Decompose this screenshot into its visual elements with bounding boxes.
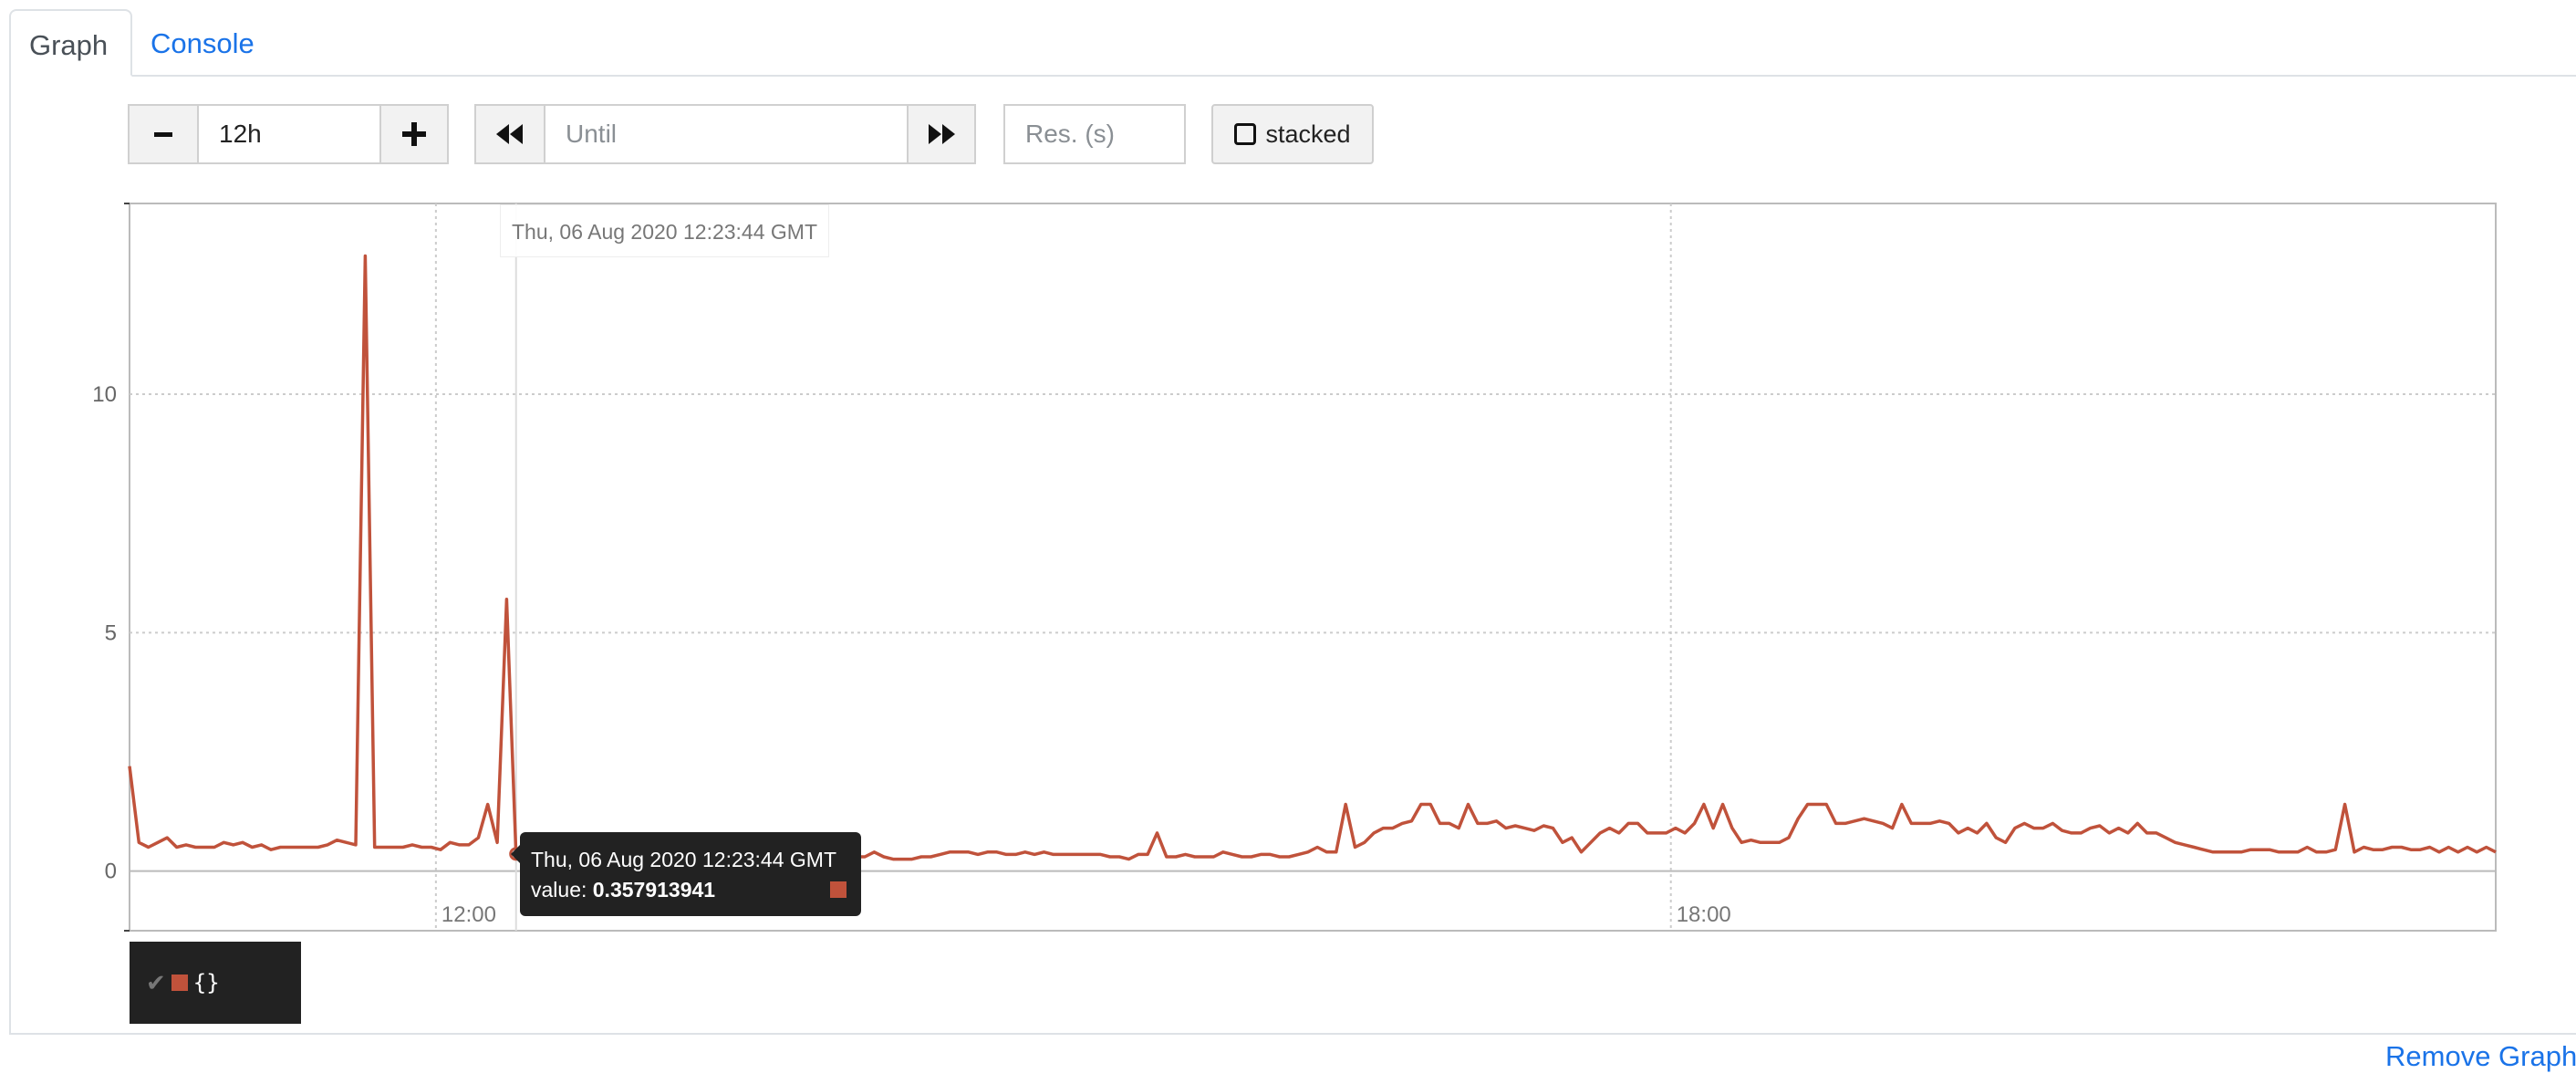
tooltip-arrow <box>511 845 520 863</box>
tooltip-value-row: value: 0.357913941 <box>531 875 850 905</box>
x-tick-label: 18:00 <box>1677 902 1731 927</box>
check-icon: ✔ <box>146 968 166 996</box>
remove-graph-link[interactable]: Remove Graph <box>2385 1040 2576 1073</box>
tooltip-value: 0.357913941 <box>592 878 716 902</box>
tooltip-value-prefix: value: <box>531 878 593 902</box>
y-tick-label: 10 <box>92 382 117 407</box>
y-tick-label: 0 <box>105 860 117 884</box>
legend-swatch <box>171 975 188 991</box>
series-line <box>128 254 2497 861</box>
x-tick-label: 12:00 <box>441 902 496 927</box>
hover-time-flag: Thu, 06 Aug 2020 12:23:44 GMT <box>500 204 830 257</box>
tooltip-series-swatch <box>830 881 847 898</box>
y-tick-label: 5 <box>105 620 117 645</box>
tooltip-time: Thu, 06 Aug 2020 12:23:44 GMT <box>531 848 837 871</box>
hover-tooltip: Thu, 06 Aug 2020 12:23:44 GMT value: 0.3… <box>520 832 861 916</box>
legend[interactable]: ✔ {} <box>130 942 301 1024</box>
legend-label: {} <box>192 970 220 995</box>
line-chart[interactable]: 0 5 10 12:00 18:00 <box>0 0 2576 1084</box>
